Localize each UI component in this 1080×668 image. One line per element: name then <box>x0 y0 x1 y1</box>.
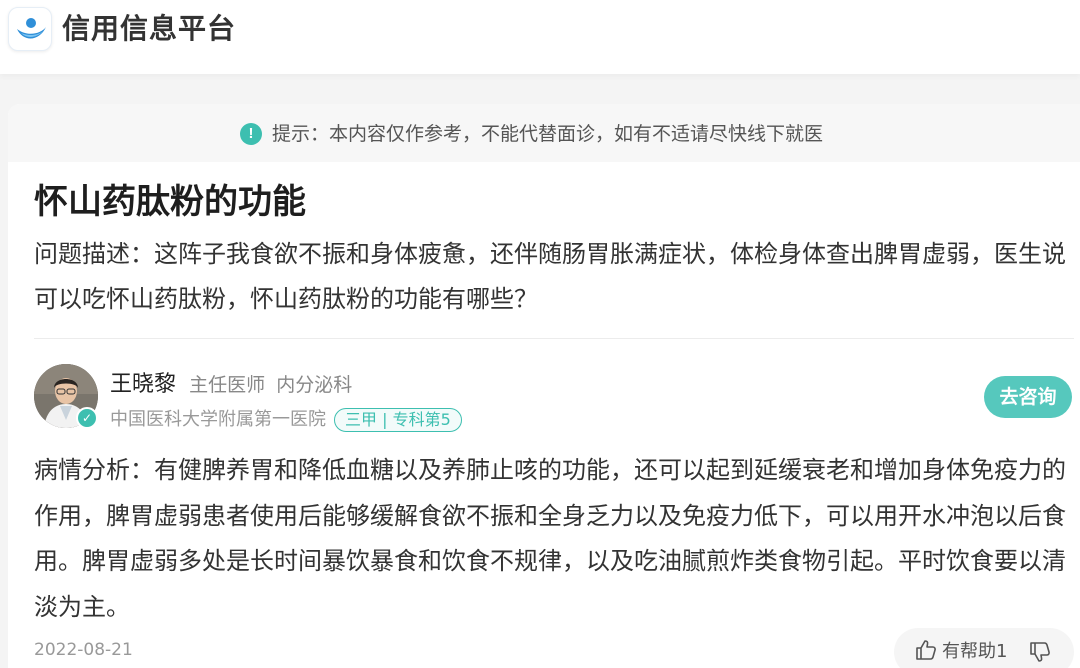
doctor-hospital-row: 中国医科大学附属第一医院 三甲 | 专科第5 <box>110 406 462 434</box>
question-title: 怀山药肽粉的功能 <box>34 182 306 222</box>
divider <box>34 338 1074 339</box>
top-header: 信用信息平台 <box>0 0 1080 74</box>
notice-banner: ! 提示：本内容仅作参考，不能代替面诊，如有不适请尽快线下就医 <box>8 104 1080 162</box>
exclamation-icon: ! <box>240 123 262 145</box>
doctor-info: 王晓黎 主任医师 内分泌科 <box>110 370 352 401</box>
qa-card: ! 提示：本内容仅作参考，不能代替面诊，如有不适请尽快线下就医 怀山药肽粉的功能… <box>8 104 1080 668</box>
thumbs-up-icon[interactable] <box>914 638 938 662</box>
brand-title[interactable]: 信用信息平台 <box>62 10 236 48</box>
thumbs-down-icon[interactable] <box>1028 640 1052 664</box>
doctor-title: 主任医师 <box>189 374 266 396</box>
doctor-department: 内分泌科 <box>276 374 353 396</box>
hospital-rank-badge: 三甲 | 专科第5 <box>334 408 462 432</box>
notice-text: 提示：本内容仅作参考，不能代替面诊，如有不适请尽快线下就医 <box>272 123 824 145</box>
answer-date: 2022-08-21 <box>34 640 133 660</box>
doctor-name[interactable]: 王晓黎 <box>110 372 176 397</box>
verified-check-icon: ✓ <box>76 407 98 429</box>
question-description: 问题描述：这阵子我食欲不振和身体疲惫，还伴随肠胃胀满症状，体检身体查出脾胃虚弱，… <box>34 240 1066 313</box>
helpful-button[interactable]: 有帮助1 <box>942 640 1007 664</box>
consult-button[interactable]: 去咨询 <box>984 376 1072 418</box>
doctor-hospital: 中国医科大学附属第一医院 <box>110 409 326 430</box>
answer-analysis: 病情分析：有健脾养胃和降低血糖以及养肺止咳的功能，还可以起到延缓衰老和增加身体免… <box>34 456 1066 621</box>
platform-logo-icon[interactable] <box>8 7 52 51</box>
